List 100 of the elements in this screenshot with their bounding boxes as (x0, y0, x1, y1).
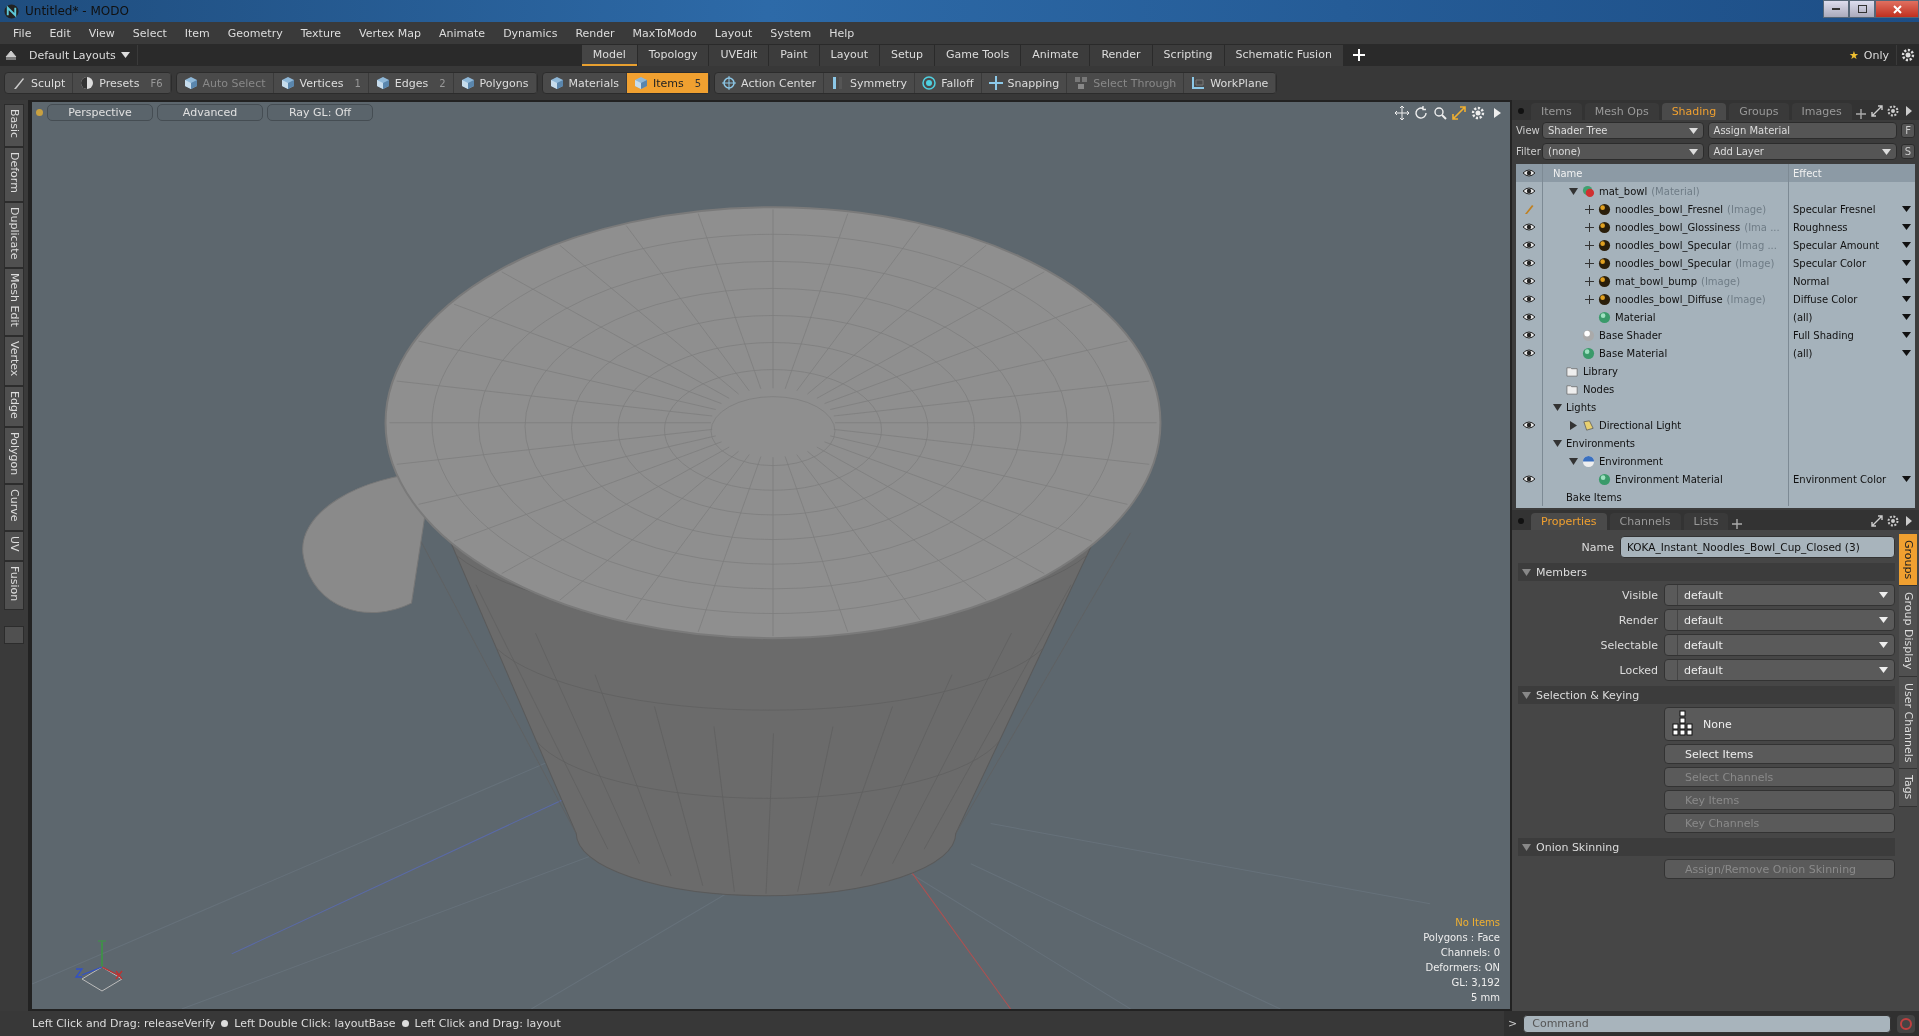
side-tab[interactable]: User Channels (1899, 676, 1917, 770)
panel-tab[interactable]: Channels (1609, 513, 1681, 530)
section-header[interactable]: Members (1518, 563, 1895, 581)
panel-tab[interactable]: Mesh Ops (1584, 103, 1659, 120)
tree-item-name[interactable]: noodles_bowl_Specular (1615, 239, 1732, 251)
plus-icon[interactable] (1585, 204, 1594, 214)
menu-item[interactable]: View (79, 26, 124, 40)
expand-icon[interactable] (1871, 515, 1883, 527)
eye-icon[interactable] (1522, 420, 1536, 430)
tool-tab[interactable]: Deform (4, 147, 24, 202)
tree-item-name[interactable]: mat_bowl_bump (1615, 275, 1697, 287)
tree-item-name[interactable]: Environments (1566, 437, 1636, 449)
tool-button[interactable]: Presets F6 (73, 73, 171, 93)
menu-item[interactable]: Layout (705, 26, 762, 40)
menu-item[interactable]: Edit (40, 26, 80, 40)
minimize-button[interactable] (1823, 0, 1849, 18)
section-header[interactable]: Selection & Keying (1518, 686, 1895, 704)
tool-button[interactable]: Symmetry (824, 73, 916, 93)
tree-item-name[interactable]: Material (1615, 311, 1656, 323)
menu-item[interactable]: Geometry (218, 26, 292, 40)
plus-icon[interactable] (1585, 258, 1594, 268)
tree-item-name[interactable]: Base Material (1599, 347, 1668, 359)
tree-item-name[interactable]: Bake Items (1566, 491, 1622, 503)
tree-item-name[interactable]: Environment (1599, 455, 1663, 467)
eye-icon[interactable] (1522, 276, 1536, 286)
layout-tab[interactable]: Topology (637, 44, 709, 66)
record-icon[interactable] (1897, 1014, 1915, 1033)
panel-tab[interactable]: Images (1791, 103, 1852, 120)
tool-button[interactable]: Sculpt (5, 73, 74, 93)
section-header[interactable]: Onion Skinning (1518, 838, 1895, 856)
menu-item[interactable]: Render (566, 26, 624, 40)
effect-value[interactable]: Roughness (1793, 221, 1848, 233)
dropdown-field[interactable]: default (1664, 584, 1895, 606)
panel-tab[interactable]: Properties (1531, 513, 1607, 530)
tool-tab[interactable]: Polygon (4, 427, 24, 485)
tree-item-name[interactable]: Library (1583, 365, 1618, 377)
viewport-option-button[interactable]: Ray GL: Off (267, 104, 373, 121)
panel-tab[interactable]: Shading (1661, 103, 1727, 120)
tool-tab[interactable]: Mesh Edit (4, 268, 24, 337)
collapse-arrow-icon[interactable] (1569, 456, 1578, 466)
effect-value[interactable]: Specular Fresnel (1793, 203, 1876, 215)
add-layer-dropdown[interactable]: Add Layer (1707, 143, 1898, 160)
tool-tab[interactable]: UV (4, 530, 24, 561)
tree-item-name[interactable]: noodles_bowl_Fresnel (1615, 203, 1724, 215)
only-toggle[interactable]: ★ Only (1841, 45, 1897, 65)
viewport-option-button[interactable]: Perspective (47, 104, 153, 121)
tree-item-name[interactable]: Base Shader (1599, 329, 1662, 341)
layout-tab[interactable]: Setup (879, 44, 934, 66)
tool-tab[interactable]: Curve (4, 484, 24, 531)
side-tab[interactable]: Groups (1899, 534, 1917, 587)
eye-icon[interactable] (1522, 240, 1536, 250)
tree-item-name[interactable]: Lights (1566, 401, 1597, 413)
effect-value[interactable]: Diffuse Color (1793, 293, 1858, 305)
effect-value[interactable]: (all) (1793, 347, 1813, 359)
collapse-arrow-icon[interactable] (1569, 186, 1578, 196)
plus-icon[interactable] (1585, 276, 1594, 286)
menu-item[interactable]: File (4, 26, 41, 40)
menu-item[interactable]: Select (123, 26, 176, 40)
plus-icon[interactable] (1585, 240, 1594, 250)
layout-tab[interactable]: Scripting (1152, 44, 1224, 66)
dropdown-field[interactable]: default (1664, 609, 1895, 631)
tool-button[interactable]: WorkPlane (1184, 73, 1277, 93)
expand-arrow-icon[interactable] (1569, 420, 1578, 430)
eye-icon[interactable] (1522, 294, 1536, 304)
viewport-option-button[interactable]: Advanced (157, 104, 263, 121)
layout-tab[interactable]: Paint (769, 44, 819, 66)
menu-item[interactable]: Texture (291, 26, 350, 40)
eye-icon[interactable] (1522, 186, 1536, 196)
rotate-icon[interactable] (1414, 105, 1428, 120)
layout-tab[interactable]: UVEdit (709, 44, 769, 66)
effect-value[interactable]: Specular Color (1793, 257, 1866, 269)
view-dropdown[interactable]: Shader Tree (1542, 122, 1704, 139)
up-arrow-icon[interactable] (4, 48, 18, 62)
close-button[interactable] (1875, 0, 1919, 18)
eye-icon[interactable] (1522, 348, 1536, 358)
tree-item-name[interactable]: mat_bowl (1599, 185, 1648, 197)
settings-icon[interactable] (1887, 105, 1899, 117)
f-button[interactable]: F (1901, 123, 1915, 138)
tool-button[interactable]: Action Center (715, 73, 825, 93)
eye-icon[interactable] (1522, 222, 1536, 232)
effect-value[interactable]: Full Shading (1793, 329, 1854, 341)
menu-item[interactable]: Animate (430, 26, 495, 40)
panel-tab[interactable]: Lists (1683, 513, 1729, 530)
tool-tab[interactable]: Vertex (4, 336, 24, 386)
eye-icon[interactable] (1522, 312, 1536, 322)
menu-item[interactable]: Help (820, 26, 864, 40)
panel-tab[interactable]: Groups (1729, 103, 1789, 120)
tool-tab[interactable]: Fusion (4, 560, 24, 610)
tree-item-name[interactable]: noodles_bowl_Specular (1615, 257, 1732, 269)
tool-button[interactable]: Polygons (453, 73, 537, 93)
collapse-arrow-icon[interactable] (1553, 438, 1562, 448)
tool-button[interactable]: Materials (542, 73, 627, 93)
command-field[interactable]: Command (1523, 1014, 1891, 1033)
layout-tab[interactable]: Game Tools (935, 44, 1021, 66)
zoom-icon[interactable] (1433, 105, 1447, 120)
tree-item-name[interactable]: noodles_bowl_Glossiness (1615, 221, 1741, 233)
plus-icon[interactable] (1585, 294, 1594, 304)
side-tab[interactable]: Group Display (1899, 586, 1917, 677)
menu-item[interactable]: System (761, 26, 821, 40)
filter-dropdown[interactable]: (none) (1542, 143, 1704, 160)
